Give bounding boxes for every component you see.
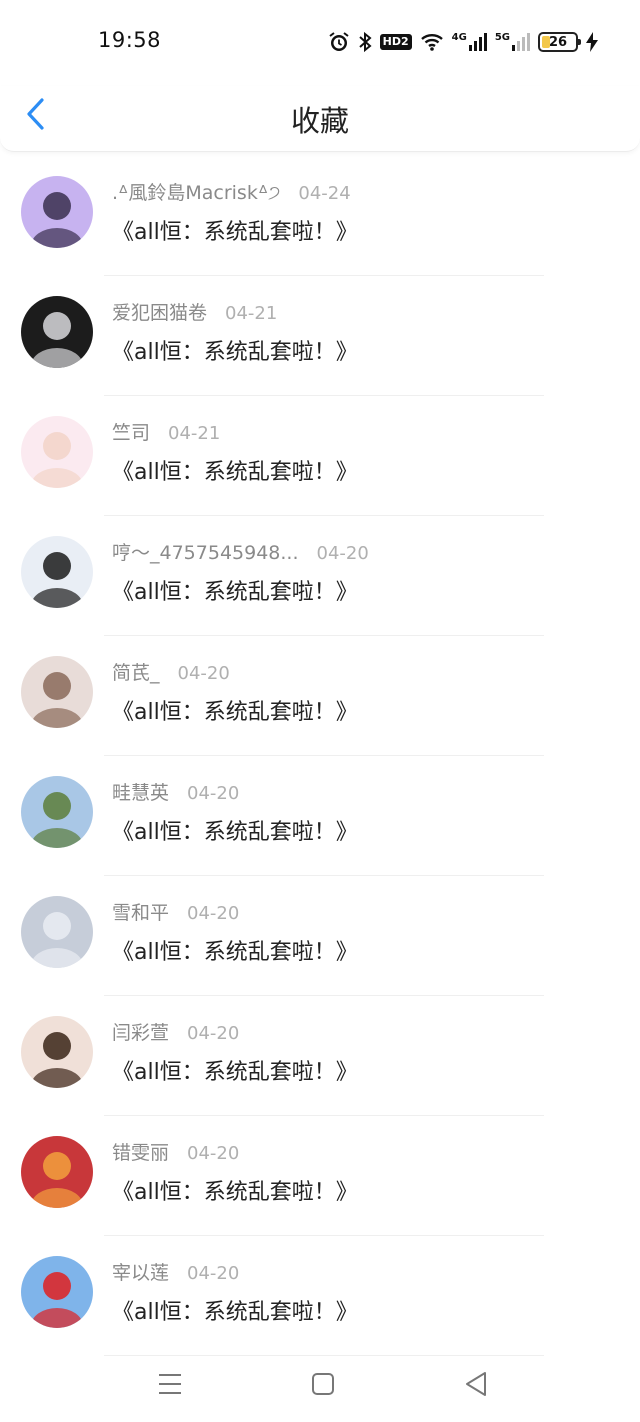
status-icons: HD2 4G 5G 26: [328, 27, 598, 57]
date: 04-24: [298, 183, 351, 204]
back-icon: [464, 1371, 488, 1401]
book-title[interactable]: 《all恒：系统乱套啦！》: [112, 1294, 358, 1326]
book-title[interactable]: 《all恒：系统乱套啦！》: [112, 814, 358, 846]
item-meta: 简芪_ 04-20: [112, 658, 230, 685]
bluetooth-icon: [358, 31, 372, 53]
username[interactable]: 宰以莲: [112, 1258, 169, 1285]
item-meta: .ᐞ風鈴島Macriskᐞ੭ 04-24: [112, 178, 351, 205]
date: 04-21: [168, 423, 221, 444]
signal-4g-icon: 4G: [452, 33, 487, 51]
avatar[interactable]: [21, 656, 93, 728]
username[interactable]: 畦慧英: [112, 778, 169, 805]
status-time: 19:58: [98, 28, 162, 52]
charging-icon: [586, 32, 598, 52]
username[interactable]: 简芪_: [112, 658, 160, 685]
wifi-icon: [420, 32, 444, 52]
menu-button[interactable]: [150, 1368, 190, 1404]
avatar[interactable]: [21, 1016, 93, 1088]
username[interactable]: 闫彩萱: [112, 1018, 169, 1045]
item-meta: 竺司 04-21: [112, 418, 220, 445]
hd-icon: HD2: [379, 34, 412, 50]
book-title[interactable]: 《all恒：系统乱套啦！》: [112, 694, 358, 726]
item-meta: 错雯丽 04-20: [112, 1138, 239, 1165]
username[interactable]: 竺司: [112, 418, 150, 445]
favorite-item[interactable]: 竺司 04-21 《all恒：系统乱套啦！》: [0, 396, 640, 516]
avatar[interactable]: [21, 536, 93, 608]
battery-level: 26: [548, 34, 568, 50]
favorite-item[interactable]: .ᐞ風鈴島Macriskᐞ੭ 04-24 《all恒：系统乱套啦！》: [0, 156, 640, 276]
page-title: 收藏: [290, 104, 349, 138]
book-title[interactable]: 《all恒：系统乱套啦！》: [112, 934, 358, 966]
item-meta: 畦慧英 04-20: [112, 778, 239, 805]
date: 04-20: [187, 1143, 240, 1164]
item-meta: 闫彩萱 04-20: [112, 1018, 239, 1045]
date: 04-21: [225, 303, 278, 324]
item-meta: 宰以莲 04-20: [112, 1258, 239, 1285]
book-title[interactable]: 《all恒：系统乱套啦！》: [112, 214, 358, 246]
book-title[interactable]: 《all恒：系统乱套啦！》: [112, 454, 358, 486]
date: 04-20: [187, 903, 240, 924]
alarm-icon: [328, 31, 350, 53]
book-title[interactable]: 《all恒：系统乱套啦！》: [112, 334, 358, 366]
avatar[interactable]: [21, 296, 93, 368]
date: 04-20: [187, 783, 240, 804]
favorite-item[interactable]: 畦慧英 04-20 《all恒：系统乱套啦！》: [0, 756, 640, 876]
nav-back-button[interactable]: [456, 1368, 496, 1404]
favorite-item[interactable]: 哼～_4757545948... 04-20 《all恒：系统乱套啦！》: [0, 516, 640, 636]
username[interactable]: 哼～_4757545948...: [112, 538, 299, 565]
favorites-screen: 19:58 HD2 4G 5G 26 收藏 .ᐞ風鈴島Macriskᐞ੭ 04-…: [0, 0, 640, 1422]
favorite-item[interactable]: 雪和平 04-20 《all恒：系统乱套啦！》: [0, 876, 640, 996]
book-title[interactable]: 《all恒：系统乱套啦！》: [112, 574, 358, 606]
avatar[interactable]: [21, 176, 93, 248]
item-meta: 哼～_4757545948... 04-20: [112, 538, 369, 565]
favorite-item[interactable]: 爱犯困猫卷 04-21 《all恒：系统乱套啦！》: [0, 276, 640, 396]
favorite-item[interactable]: 闫彩萱 04-20 《all恒：系统乱套啦！》: [0, 996, 640, 1116]
book-title[interactable]: 《all恒：系统乱套啦！》: [112, 1174, 358, 1206]
home-button[interactable]: [303, 1368, 343, 1404]
avatar[interactable]: [21, 1136, 93, 1208]
battery-icon: 26: [538, 32, 581, 52]
username[interactable]: .ᐞ風鈴島Macriskᐞ੭: [112, 178, 280, 205]
date: 04-20: [316, 543, 369, 564]
avatar[interactable]: [21, 416, 93, 488]
date: 04-20: [187, 1263, 240, 1284]
date: 04-20: [187, 1023, 240, 1044]
menu-icon: [157, 1372, 183, 1400]
favorite-item[interactable]: 宰以莲 04-20 《all恒：系统乱套啦！》: [0, 1236, 640, 1356]
status-bar: 19:58 HD2 4G 5G 26: [0, 0, 640, 86]
favorite-item[interactable]: 错雯丽 04-20 《all恒：系统乱套啦！》: [0, 1116, 640, 1236]
username[interactable]: 雪和平: [112, 898, 169, 925]
item-meta: 爱犯困猫卷 04-21: [112, 298, 277, 325]
item-meta: 雪和平 04-20: [112, 898, 239, 925]
date: 04-20: [177, 663, 230, 684]
avatar[interactable]: [21, 1256, 93, 1328]
app-header: 收藏: [0, 86, 640, 152]
username[interactable]: 爱犯困猫卷: [112, 298, 207, 325]
home-icon: [311, 1372, 335, 1400]
avatar[interactable]: [21, 776, 93, 848]
favorite-item[interactable]: 简芪_ 04-20 《all恒：系统乱套啦！》: [0, 636, 640, 756]
book-title[interactable]: 《all恒：系统乱套啦！》: [112, 1054, 358, 1086]
system-nav-bar: [0, 1352, 640, 1422]
favorites-list: .ᐞ風鈴島Macriskᐞ੭ 04-24 《all恒：系统乱套啦！》 爱犯困猫卷 04-…: [0, 156, 640, 1356]
signal-5g-icon: 5G: [495, 33, 530, 51]
avatar[interactable]: [21, 896, 93, 968]
username[interactable]: 错雯丽: [112, 1138, 169, 1165]
